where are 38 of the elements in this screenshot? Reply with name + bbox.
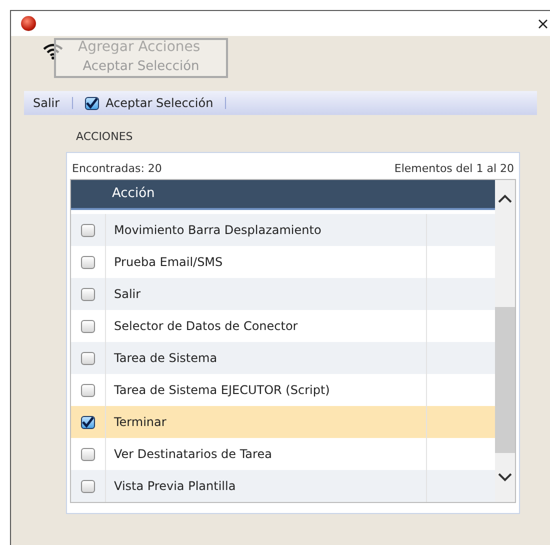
- section-label: ACCIONES: [76, 129, 134, 145]
- action-name: Tarea de Sistema: [114, 350, 218, 367]
- table-row[interactable]: Movimiento Barra Desplazamiento: [71, 214, 495, 246]
- action-name: Prueba Email/SMS: [114, 254, 223, 271]
- exit-button[interactable]: Salir: [33, 94, 60, 112]
- items-range: Elementos del 1 al 20: [394, 160, 514, 176]
- wireless-icon: [42, 42, 64, 60]
- scrollbar[interactable]: [495, 180, 515, 502]
- table-row[interactable]: Terminar: [71, 406, 495, 438]
- checkbox[interactable]: [81, 352, 95, 364]
- checkbox[interactable]: [81, 416, 95, 428]
- scrollbar-thumb[interactable]: [495, 307, 515, 453]
- table-row[interactable]: Tarea de Sistema: [71, 342, 495, 374]
- action-name: Ver Destinatarios de Tarea: [114, 446, 272, 463]
- close-button[interactable]: [538, 16, 550, 30]
- window-title: Agregar Acciones: [78, 39, 200, 56]
- accept-selection-label[interactable]: Aceptar Selección: [106, 94, 214, 112]
- action-name: Terminar: [114, 414, 166, 431]
- checkbox[interactable]: [81, 256, 95, 268]
- action-name: Salir: [114, 286, 141, 303]
- action-name: Movimiento Barra Desplazamiento: [114, 222, 322, 239]
- found-count: Encontradas: 20: [72, 160, 162, 176]
- window-orb-icon: [21, 16, 36, 31]
- checkbox[interactable]: [81, 448, 95, 460]
- scroll-down-icon[interactable]: [498, 473, 512, 482]
- checkbox[interactable]: [81, 288, 95, 300]
- action-name: Selector de Datos de Conector: [114, 318, 298, 335]
- action-name: Vista Previa Plantilla: [114, 478, 236, 495]
- scroll-up-icon[interactable]: [498, 194, 512, 203]
- column-header[interactable]: Acción: [106, 184, 155, 204]
- checkbox[interactable]: [81, 224, 95, 236]
- checkbox[interactable]: [81, 384, 95, 396]
- table-row[interactable]: Salir: [71, 278, 495, 310]
- checkbox[interactable]: [81, 480, 95, 492]
- checkbox[interactable]: [84, 96, 99, 110]
- action-name: Tarea de Sistema EJECUTOR (Script): [114, 382, 330, 399]
- table-row[interactable]: Vista Previa Plantilla: [71, 470, 495, 502]
- checkbox[interactable]: [81, 320, 95, 332]
